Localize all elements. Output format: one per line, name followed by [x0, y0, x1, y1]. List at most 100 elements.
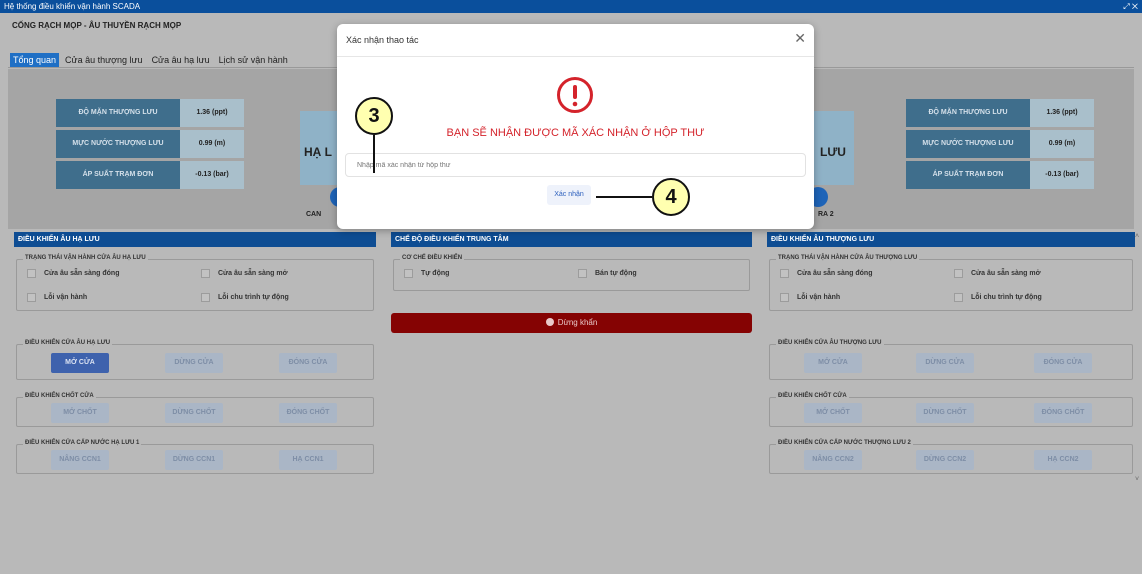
- group-title: TRẠNG THÁI VẬN HÀNH CỬA ÂU THƯỢNG LƯU: [776, 255, 920, 261]
- tab-downstream-gate[interactable]: Cửa âu hạ lưu: [149, 53, 213, 67]
- downstream-control-panel: ĐIỀU KHIỂN ÂU HẠ LƯU TRẠNG THÁI VẬN HÀNH…: [14, 232, 376, 482]
- left-salinity-row: ĐỘ MẶN THƯỢNG LƯU 1.36 (ppt): [56, 99, 244, 127]
- status-group: TRẠNG THÁI VẬN HÀNH CỬA ÂU HẠ LƯU Cửa âu…: [16, 255, 374, 311]
- status-auto-cycle-error: Lỗi chu trình tự động: [954, 293, 1042, 302]
- open-gate-button[interactable]: MỞ CỬA: [51, 353, 109, 373]
- status-label: Cửa âu sẵn sàng mở: [218, 270, 288, 277]
- raise-feed-button[interactable]: NÂNG CCN2: [804, 450, 862, 470]
- status-label: Cửa âu sẵn sàng mở: [971, 270, 1041, 277]
- open-gate-button[interactable]: MỞ CỬA: [804, 353, 862, 373]
- status-ready-close: Cửa âu sẵn sàng đóng: [27, 269, 119, 278]
- group-title: ĐIỀU KHIỂN CHỐT CỬA: [776, 393, 849, 399]
- close-latch-button[interactable]: ĐÓNG CHỐT: [1034, 403, 1092, 423]
- stop-latch-button[interactable]: DỪNG CHỐT: [165, 403, 223, 423]
- right-water-level-row: MỰC NƯỚC THƯỢNG LƯU 0.99 (m): [906, 130, 1094, 158]
- tab-history[interactable]: Lịch sử vận hành: [216, 53, 291, 67]
- dialog-message: BẠN SẼ NHẬN ĐƯỢC MÃ XÁC NHẬN Ở HỘP THƯ: [446, 127, 705, 139]
- metric-value: 0.99 (m): [180, 130, 244, 158]
- metric-value: 0.99 (m): [1030, 130, 1094, 158]
- window-controls[interactable]: ⤢ ✕: [1123, 0, 1138, 13]
- confirm-dialog: Xác nhận thao tác ✕ BẠN SẼ NHẬN ĐƯỢC MÃ …: [337, 24, 814, 229]
- tab-overview[interactable]: Tổng quan: [10, 53, 60, 67]
- confirm-button[interactable]: Xác nhận: [547, 185, 591, 205]
- close-icon[interactable]: ✕: [794, 30, 806, 47]
- group-title: ĐIỀU KHIỂN CỬA ÂU THƯỢNG LƯU: [776, 340, 884, 346]
- mode-semi-auto[interactable]: Bán tự động: [578, 269, 637, 278]
- stop-gate-button[interactable]: DỪNG CỬA: [165, 353, 223, 373]
- close-latch-button[interactable]: ĐÓNG CHỐT: [279, 403, 337, 423]
- close-gate-button[interactable]: ĐÓNG CỬA: [279, 353, 337, 373]
- metric-label: ĐỘ MẶN THƯỢNG LƯU: [56, 99, 180, 127]
- warning-icon: [557, 77, 593, 113]
- feed-gate-group: ĐIỀU KHIỂN CỬA CẤP NƯỚC THƯỢNG LƯU 2 NÂN…: [769, 440, 1133, 474]
- metric-value: -0.13 (bar): [1030, 161, 1094, 189]
- group-title: ĐIỀU KHIỂN CỬA ÂU HẠ LƯU: [23, 340, 113, 346]
- metric-value: 1.36 (ppt): [180, 99, 244, 127]
- metric-label: MỰC NƯỚC THƯỢNG LƯU: [906, 130, 1030, 158]
- scroll-down-icon[interactable]: ˅: [1135, 476, 1139, 483]
- metric-value: -0.13 (bar): [180, 161, 244, 189]
- status-label: Lỗi vận hành: [44, 294, 88, 301]
- metric-label: ĐỘ MẶN THƯỢNG LƯU: [906, 99, 1030, 127]
- raise-feed-button[interactable]: NÂNG CCN1: [51, 450, 109, 470]
- open-latch-button[interactable]: MỞ CHỐT: [804, 403, 862, 423]
- checkbox[interactable]: [404, 269, 413, 278]
- tab-bar: Tổng quan Cửa âu thượng lưu Cửa âu hạ lư…: [10, 53, 291, 67]
- stop-feed-button[interactable]: DỪNG CCN2: [916, 450, 974, 470]
- lower-feed-button[interactable]: HẠ CCN1: [279, 450, 337, 470]
- gate-left-label: HẠ L: [304, 145, 332, 159]
- central-mode-panel: CHẾ ĐỘ ĐIỀU KHIỂN TRUNG TÂM CƠ CHẾ ĐIỀU …: [391, 232, 752, 312]
- status-label: Cửa âu sẵn sàng đóng: [44, 270, 120, 277]
- gate-right-box: LƯU: [814, 111, 854, 185]
- stop-latch-button[interactable]: DỪNG CHỐT: [916, 403, 974, 423]
- close-gate-button[interactable]: ĐÓNG CỬA: [1034, 353, 1092, 373]
- indicator-box: [780, 269, 789, 278]
- open-latch-button[interactable]: MỞ CHỐT: [51, 403, 109, 423]
- indicator-box: [201, 269, 210, 278]
- status-ready-open: Cửa âu sẵn sàng mở: [954, 269, 1041, 278]
- gate-control-group: ĐIỀU KHIỂN CỬA ÂU THƯỢNG LƯU MỞ CỬA DỪNG…: [769, 340, 1133, 380]
- status-label: Lỗi chu trình tự động: [971, 294, 1042, 301]
- checkbox[interactable]: [578, 269, 587, 278]
- indicator-box: [954, 293, 963, 302]
- callout-4: 4: [652, 178, 690, 216]
- group-title: TRẠNG THÁI VẬN HÀNH CỬA ÂU HẠ LƯU: [23, 255, 148, 261]
- status-label: Lỗi chu trình tự động: [218, 294, 289, 301]
- indicator-box: [27, 293, 36, 302]
- gate-right-sub: RA 2: [818, 211, 834, 218]
- mode-group: CƠ CHẾ ĐIỀU KHIỂN Tự động Bán tự động: [393, 255, 750, 291]
- mode-auto[interactable]: Tự động: [404, 269, 449, 278]
- lower-feed-button[interactable]: HẠ CCN2: [1034, 450, 1092, 470]
- gate-left-box: HẠ L: [300, 111, 340, 185]
- latch-control-group: ĐIỀU KHIỂN CHỐT CỬA MỞ CHỐT DỪNG CHỐT ĐÓ…: [16, 393, 374, 427]
- emergency-stop-button[interactable]: Dừng khẩn: [391, 313, 752, 333]
- verification-code-input[interactable]: [345, 153, 806, 177]
- metric-label: MỰC NƯỚC THƯỢNG LƯU: [56, 130, 180, 158]
- status-ready-open: Cửa âu sẵn sàng mở: [201, 269, 288, 278]
- stop-gate-button[interactable]: DỪNG CỬA: [916, 353, 974, 373]
- gate-right-label: LƯU: [820, 145, 846, 159]
- panel-title: ĐIỀU KHIỂN ÂU THƯỢNG LƯU: [767, 232, 1135, 247]
- panel-scrollbar[interactable]: ˄ ˅: [1134, 233, 1142, 483]
- panel-title: CHẾ ĐỘ ĐIỀU KHIỂN TRUNG TÂM: [391, 232, 752, 247]
- indicator-box: [780, 293, 789, 302]
- emergency-stop-label: Dừng khẩn: [557, 318, 598, 327]
- left-pressure-row: ÁP SUẤT TRẠM ĐƠN -0.13 (bar): [56, 161, 244, 189]
- scroll-up-icon[interactable]: ˄: [1135, 233, 1139, 240]
- status-operation-error: Lỗi vận hành: [780, 293, 840, 302]
- mode-label: Tự động: [421, 270, 450, 277]
- callout-3-line: [373, 135, 375, 173]
- gate-left-sub: CAN: [306, 211, 322, 218]
- metric-value: 1.36 (ppt): [1030, 99, 1094, 127]
- metric-label: ÁP SUẤT TRẠM ĐƠN: [56, 161, 180, 189]
- status-auto-cycle-error: Lỗi chu trình tự động: [201, 293, 289, 302]
- group-title: ĐIỀU KHIỂN CHỐT CỬA: [23, 393, 96, 399]
- tab-upstream-gate[interactable]: Cửa âu thượng lưu: [62, 53, 146, 67]
- right-salinity-row: ĐỘ MẶN THƯỢNG LƯU 1.36 (ppt): [906, 99, 1094, 127]
- stop-feed-button[interactable]: DỪNG CCN1: [165, 450, 223, 470]
- station-title: CỐNG RẠCH MỌP - ÂU THUYỀN RẠCH MỌP: [12, 21, 182, 30]
- stop-circle-icon: [545, 318, 554, 326]
- indicator-box: [954, 269, 963, 278]
- feed-gate-group: ĐIỀU KHIỂN CỬA CẤP NƯỚC HẠ LƯU 1 NÂNG CC…: [16, 440, 374, 474]
- group-title: ĐIỀU KHIỂN CỬA CẤP NƯỚC THƯỢNG LƯU 2: [776, 440, 913, 446]
